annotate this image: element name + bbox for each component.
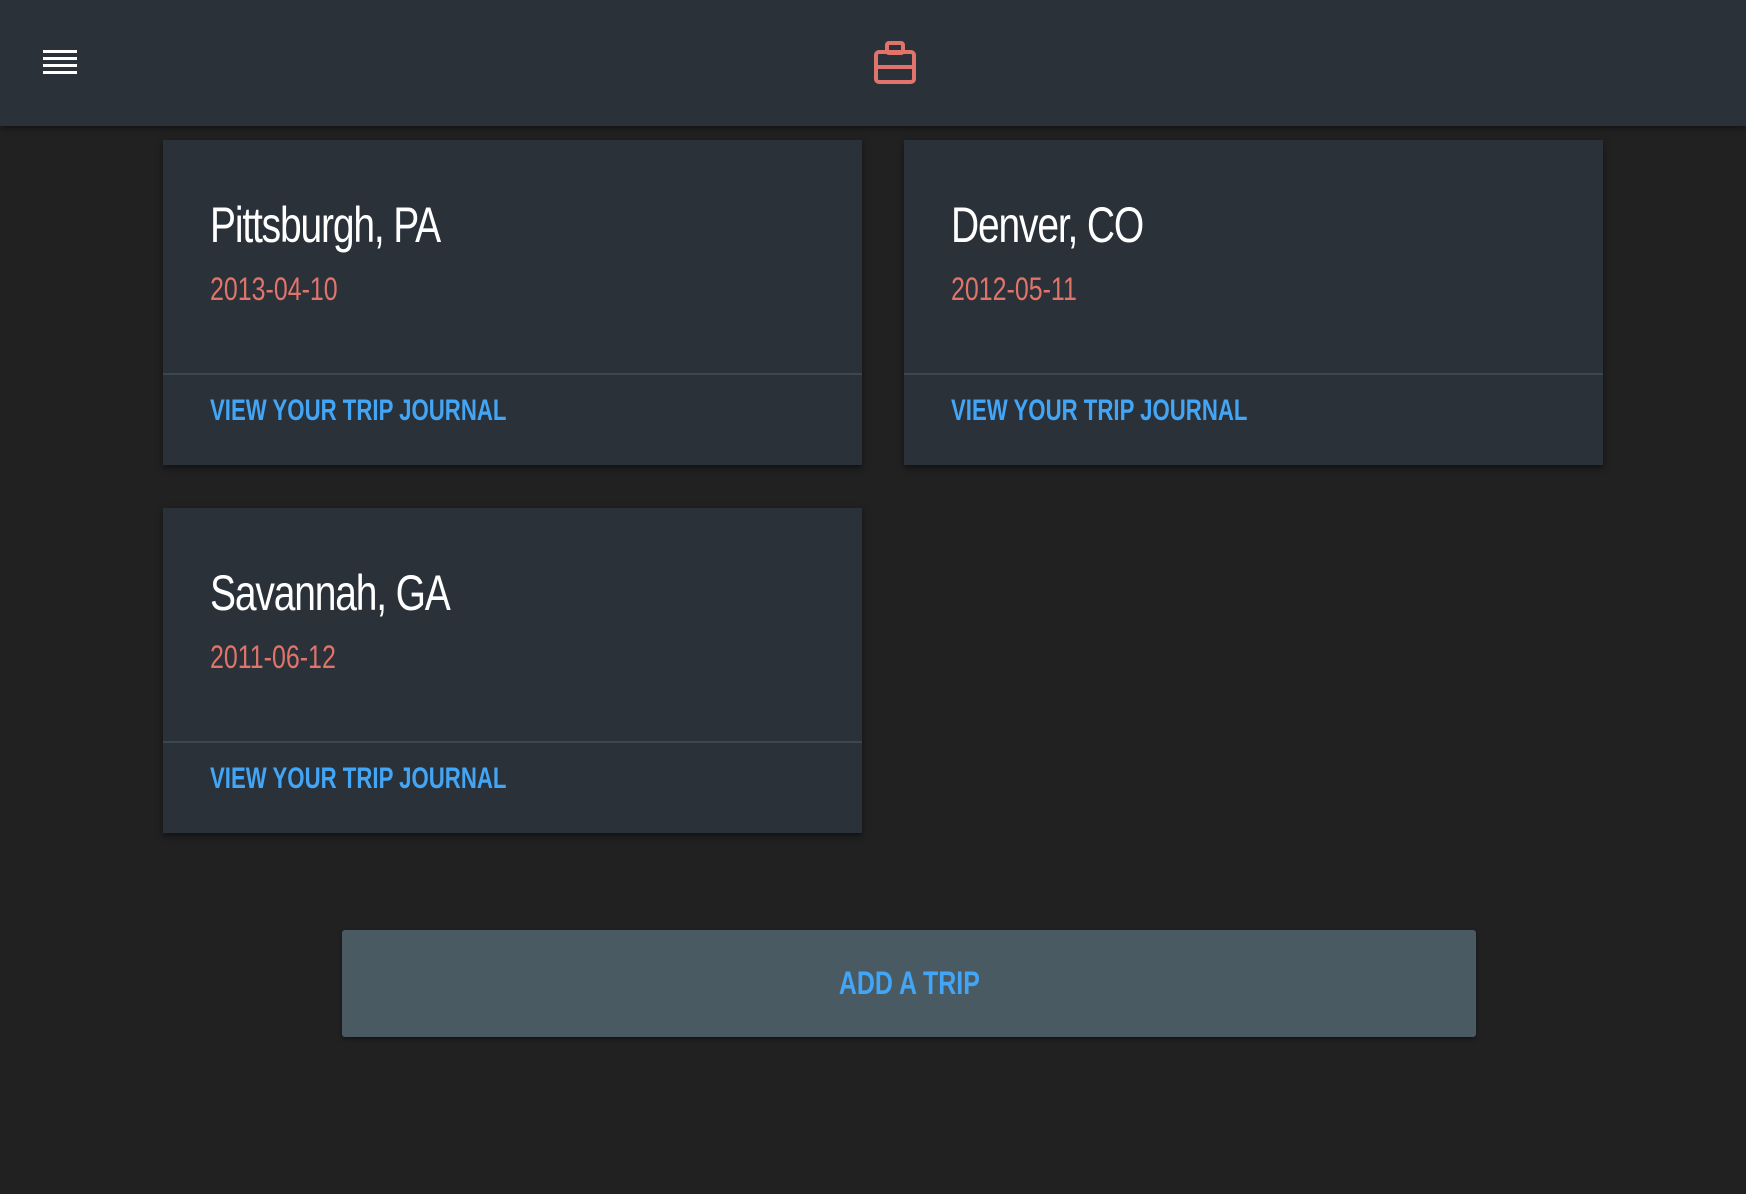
trip-date: 2011-06-12	[210, 639, 336, 675]
view-trip-journal-link[interactable]: VIEW YOUR TRIP JOURNAL	[210, 394, 506, 428]
trip-date: 2013-04-10	[210, 271, 338, 307]
trip-city-title: Pittsburgh, PA	[210, 197, 441, 253]
trip-card-body: Savannah, GA 2011-06-12	[163, 508, 862, 743]
trip-card: Pittsburgh, PA 2013-04-10 VIEW YOUR TRIP…	[163, 140, 862, 465]
trip-city-title: Savannah, GA	[210, 565, 451, 621]
trip-card-body: Denver, CO 2012-05-11	[904, 140, 1603, 375]
trip-card: Savannah, GA 2011-06-12 VIEW YOUR TRIP J…	[163, 508, 862, 833]
menu-button[interactable]	[36, 41, 84, 83]
hamburger-menu-icon	[43, 48, 77, 76]
view-trip-journal-link[interactable]: VIEW YOUR TRIP JOURNAL	[951, 394, 1247, 428]
view-trip-journal-link[interactable]: VIEW YOUR TRIP JOURNAL	[210, 762, 506, 796]
trip-card-body: Pittsburgh, PA 2013-04-10	[163, 140, 862, 375]
trip-city-title: Denver, CO	[951, 197, 1144, 253]
briefcase-icon	[870, 38, 920, 88]
add-trip-button[interactable]: ADD A TRIP	[342, 930, 1476, 1037]
add-trip-label: ADD A TRIP	[838, 965, 980, 1001]
top-app-bar	[0, 0, 1746, 126]
trip-card: Denver, CO 2012-05-11 VIEW YOUR TRIP JOU…	[904, 140, 1603, 465]
trip-date: 2012-05-11	[951, 271, 1077, 307]
